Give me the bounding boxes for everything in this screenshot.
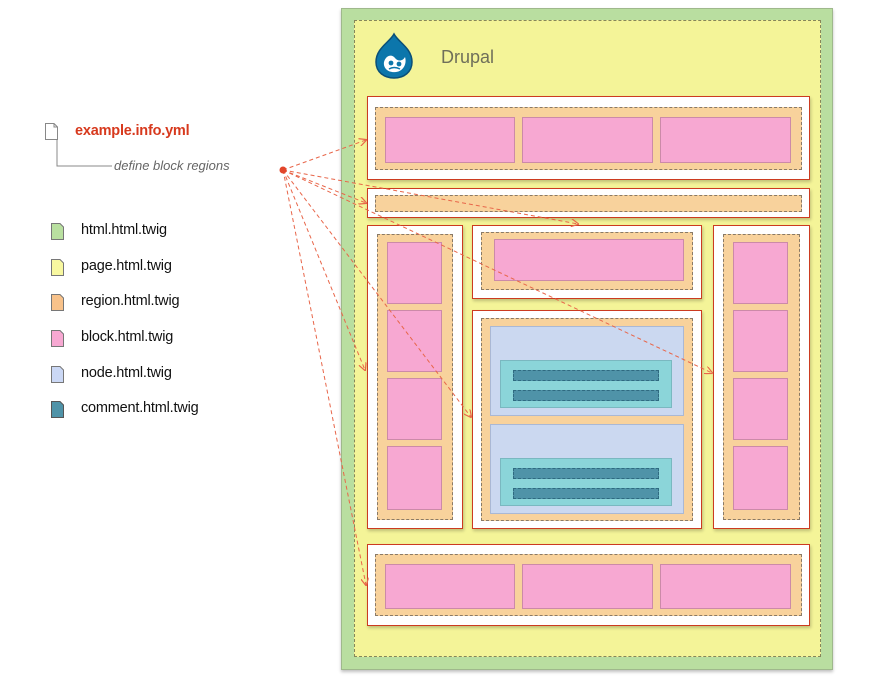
sidebar-first-block-1 <box>387 242 442 304</box>
header-block-3 <box>660 117 791 163</box>
html-twig-file-icon <box>51 223 64 240</box>
legend-label-region: region.html.twig <box>81 293 180 309</box>
legend-label-html: html.html.twig <box>81 222 167 238</box>
legend-label-node: node.html.twig <box>81 365 172 381</box>
sidebar-second-block-2 <box>733 310 788 372</box>
sidebar-first-block-3 <box>387 378 442 440</box>
legend-label-page: page.html.twig <box>81 258 172 274</box>
drupal-brand-text: Drupal <box>441 47 495 67</box>
node-2-comment-2 <box>513 488 659 499</box>
node-1-comment-1 <box>513 370 659 381</box>
node-1-comment-2 <box>513 390 659 401</box>
block-twig-file-icon <box>51 330 64 347</box>
arrow-origin-dot <box>279 166 287 174</box>
drupal-drop-icon <box>375 32 413 79</box>
sidebar-first-block-2 <box>387 310 442 372</box>
footer-block-1 <box>385 564 515 609</box>
region-twig-file-icon <box>51 294 64 311</box>
info-annotation: define block regions <box>114 158 230 173</box>
node-2-comment-1 <box>513 468 659 479</box>
node-twig-file-icon <box>51 366 64 383</box>
sidebar-second-block-3 <box>733 378 788 440</box>
footer-block-3 <box>660 564 791 609</box>
footer-block-2 <box>522 564 653 609</box>
content-top-block <box>494 239 684 281</box>
comment-twig-file-icon <box>51 401 64 418</box>
info-tree-connector <box>56 140 112 167</box>
page-twig-file-icon <box>51 259 64 276</box>
sidebar-second-block-1 <box>733 242 788 304</box>
header-block-2 <box>522 117 653 163</box>
header-block-1 <box>385 117 515 163</box>
region-highlighted-inner <box>375 195 802 212</box>
info-file-name: example.info.yml <box>75 123 190 139</box>
sidebar-first-block-4 <box>387 446 442 510</box>
sidebar-second-block-4 <box>733 446 788 510</box>
legend-label-comment: comment.html.twig <box>81 400 199 416</box>
info-file-icon <box>45 123 58 140</box>
legend-label-block: block.html.twig <box>81 329 174 345</box>
